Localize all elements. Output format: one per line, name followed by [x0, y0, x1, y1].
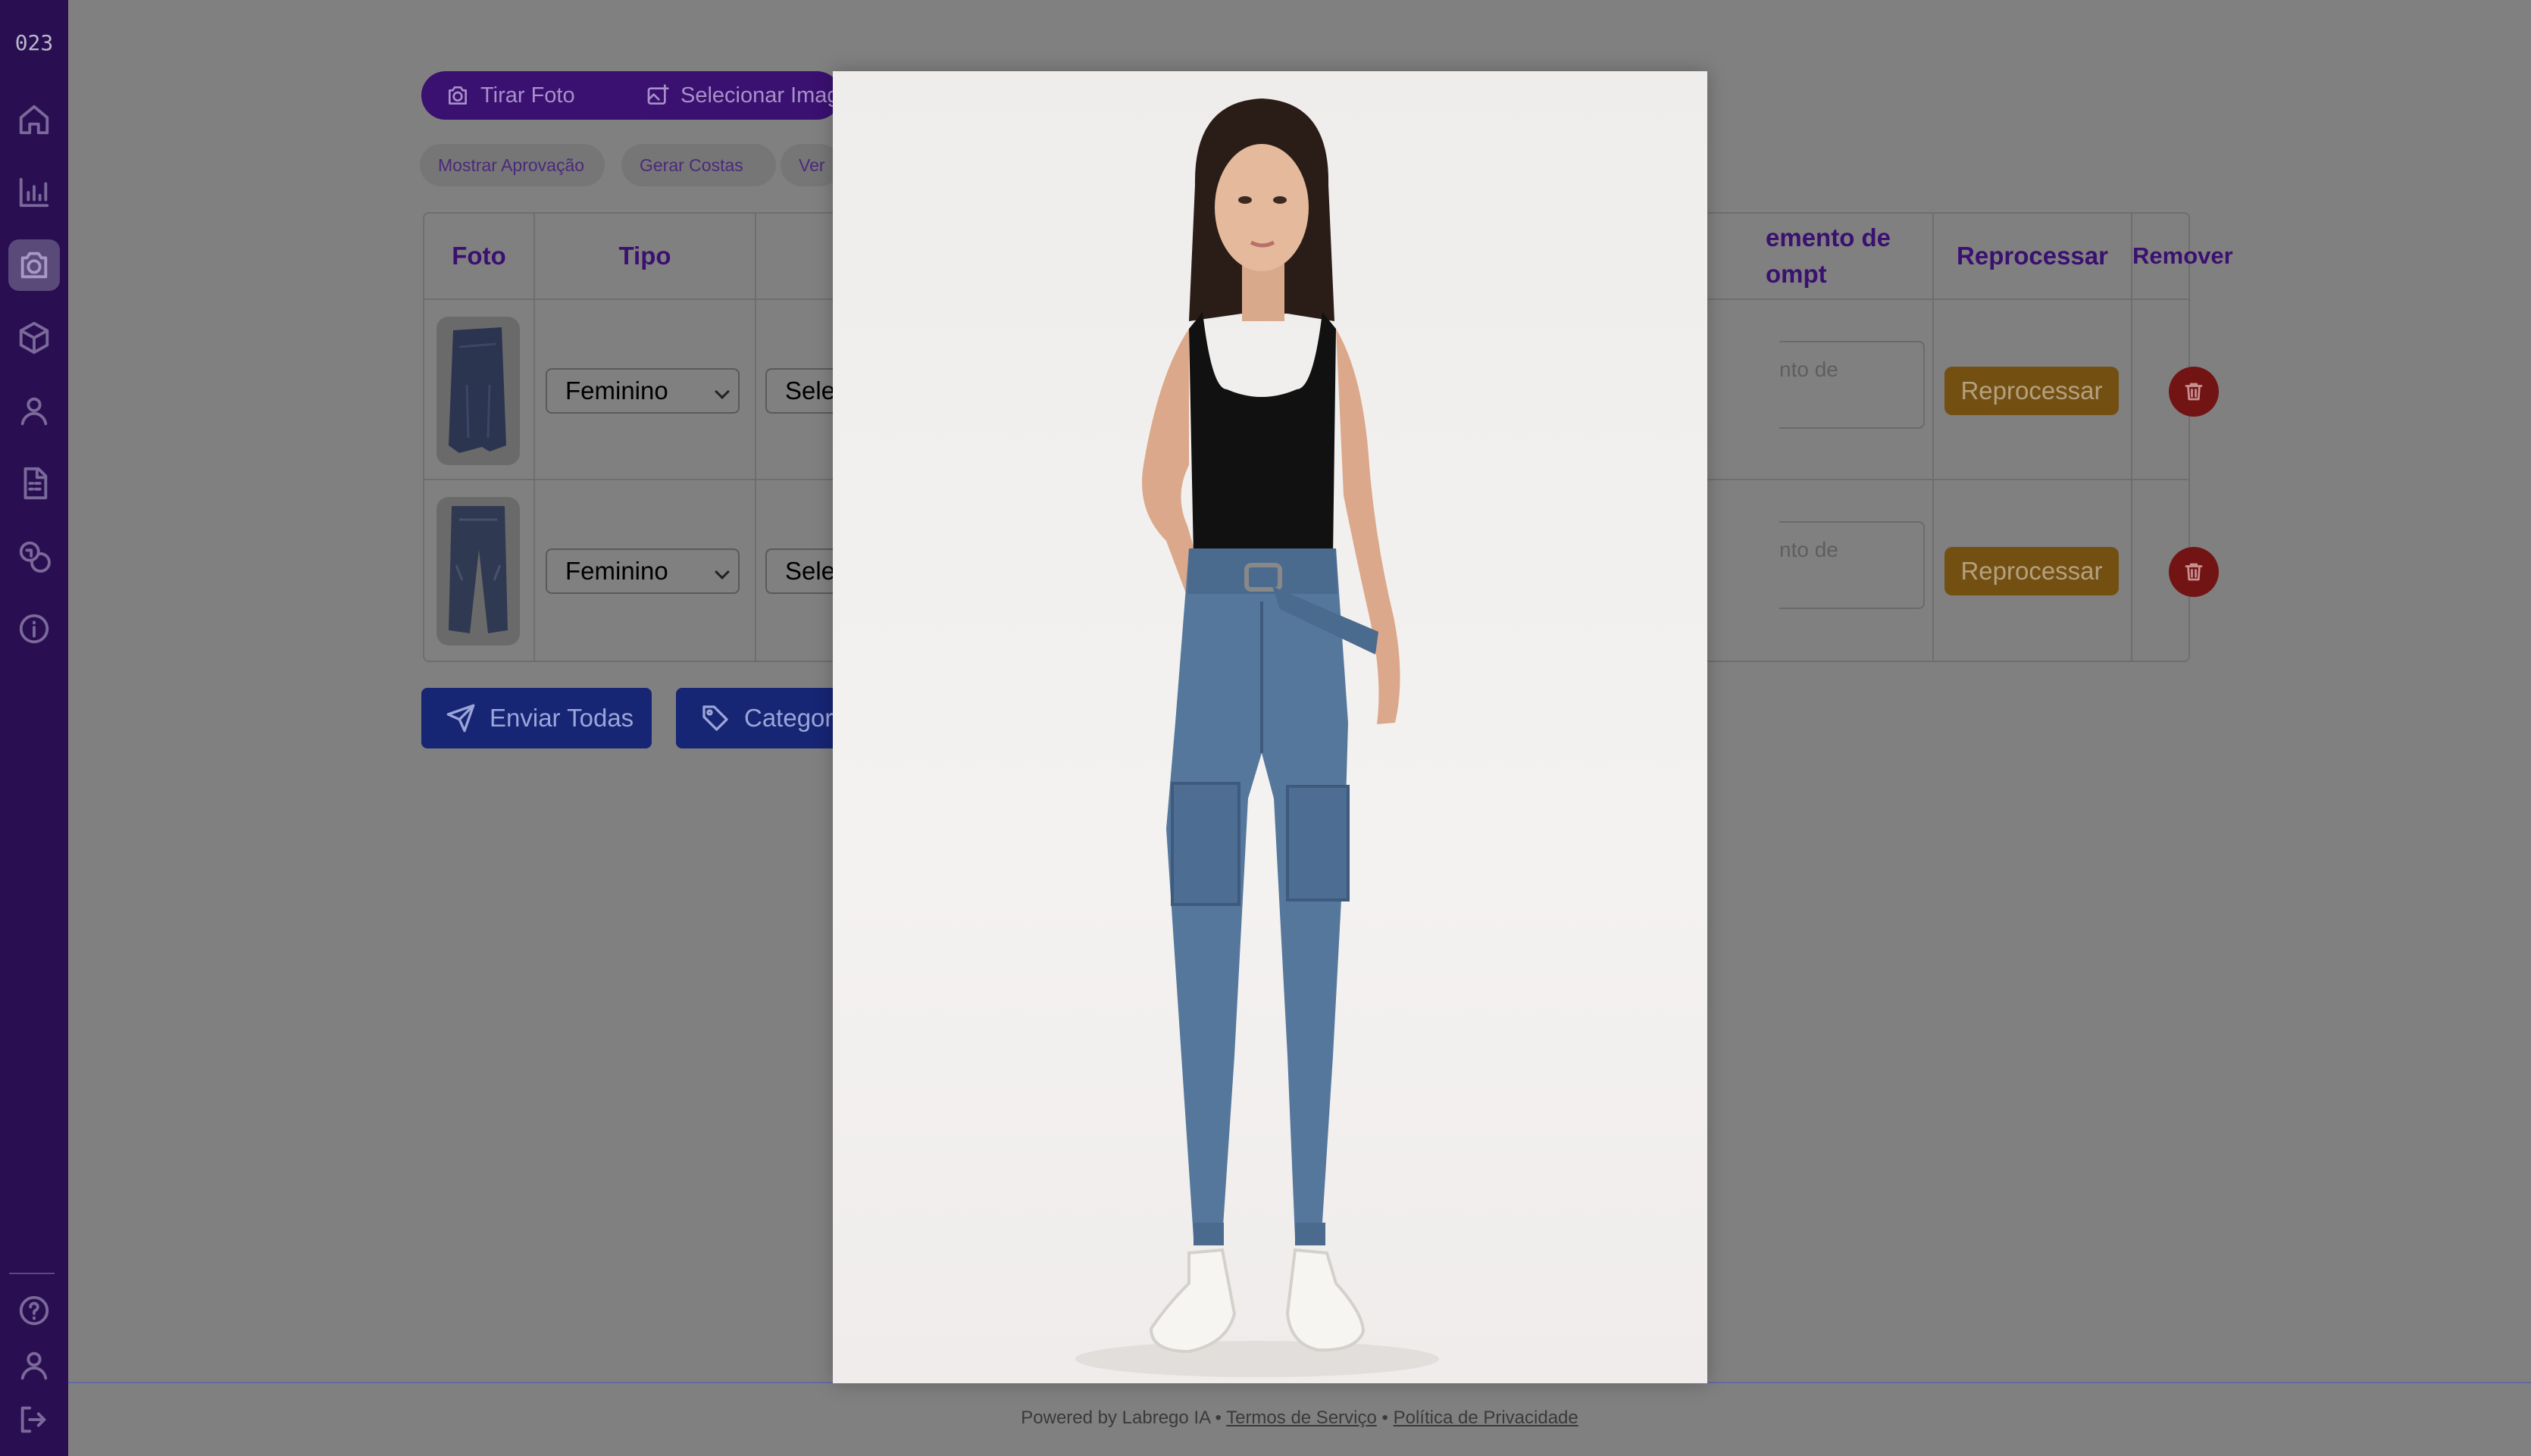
header-type: Tipo — [618, 242, 671, 270]
take-photo-label: Tirar Foto — [480, 83, 575, 108]
chart-icon[interactable] — [8, 167, 60, 218]
profile-icon[interactable] — [8, 1339, 60, 1391]
header-photo: Foto — [452, 242, 506, 270]
delete-button[interactable] — [2169, 547, 2219, 597]
app-logo: 023 — [14, 30, 54, 55]
help-icon[interactable] — [8, 1285, 60, 1336]
footer: Powered by Labrego IA • Termos de Serviç… — [68, 1408, 2531, 1429]
info-icon[interactable] — [8, 603, 60, 655]
camera-icon — [449, 86, 467, 105]
type-select-value: Feminino — [565, 376, 668, 405]
category-select[interactable]: Sele — [765, 368, 834, 414]
category-select-value: Sele — [785, 376, 834, 405]
coins-icon[interactable] — [8, 530, 60, 582]
col-divider — [1932, 214, 1934, 661]
chevron-down-icon — [715, 564, 730, 580]
logout-icon[interactable] — [8, 1394, 60, 1445]
view-chip[interactable]: Ver — [781, 144, 841, 186]
send-icon — [446, 704, 475, 733]
trash-icon — [2185, 563, 2203, 581]
footer-separator: • — [1381, 1408, 1388, 1428]
type-select-value: Feminino — [565, 557, 668, 585]
header-reprocess: Reprocessar — [1957, 242, 2108, 270]
select-images-label: Selecionar Imag — [680, 83, 840, 108]
product-thumbnail[interactable] — [436, 317, 520, 465]
col-divider — [755, 214, 756, 661]
reprocess-button[interactable]: Reprocessar — [1944, 547, 2119, 595]
category-select-value: Sele — [785, 557, 834, 585]
categorize-label: Categori — [744, 704, 839, 732]
header-complement-2: ompt — [1766, 260, 1827, 288]
reprocess-button[interactable]: Reprocessar — [1944, 367, 2119, 415]
col-divider — [2131, 214, 2132, 661]
header-complement-1: emento de — [1766, 223, 1891, 252]
header-remove: Remover — [2132, 242, 2233, 269]
spreadsheet-icon[interactable] — [8, 458, 60, 509]
sidebar-divider — [9, 1273, 55, 1274]
reprocess-label: Reprocessar — [1960, 557, 2103, 585]
view-label: Ver — [799, 155, 825, 175]
send-all-label: Enviar Todas — [490, 704, 634, 732]
sidebar: 023 — [0, 0, 68, 1456]
prompt-complement-field[interactable]: nto de — [1779, 341, 1925, 429]
delete-button[interactable] — [2169, 367, 2219, 417]
col-divider — [533, 214, 535, 661]
camera-icon[interactable] — [8, 239, 60, 291]
generate-back-chip[interactable]: Gerar Costas — [621, 144, 776, 186]
home-icon[interactable] — [8, 94, 60, 145]
product-thumbnail[interactable] — [436, 497, 520, 645]
send-all-button[interactable]: Enviar Todas — [421, 688, 652, 748]
privacy-link[interactable]: Política de Privacidade — [1394, 1408, 1578, 1428]
select-images-button[interactable]: Selecionar Imag — [621, 71, 841, 120]
type-select[interactable]: Feminino — [546, 548, 740, 594]
footer-separator: • — [1215, 1408, 1222, 1428]
tag-icon — [702, 705, 728, 731]
image-preview-modal[interactable] — [833, 71, 1707, 1383]
user-icon[interactable] — [8, 385, 60, 436]
prompt-complement-placeholder: nto de — [1779, 538, 1838, 561]
show-approval-label: Mostrar Aprovação — [438, 155, 585, 175]
powered-by-text: Powered by Labrego IA — [1021, 1408, 1210, 1428]
category-select[interactable]: Sele — [765, 548, 834, 594]
model-photo — [1075, 98, 1439, 1377]
trash-icon — [2185, 383, 2203, 401]
reprocess-label: Reprocessar — [1960, 376, 2103, 405]
type-select[interactable]: Feminino — [546, 368, 740, 414]
prompt-complement-field[interactable]: nto de — [1779, 521, 1925, 609]
chevron-down-icon — [715, 384, 730, 399]
generate-back-label: Gerar Costas — [640, 155, 743, 175]
image-plus-icon — [647, 84, 669, 105]
show-approval-chip[interactable]: Mostrar Aprovação — [420, 144, 605, 186]
prompt-complement-placeholder: nto de — [1779, 358, 1838, 381]
categorize-button[interactable]: Categori — [676, 688, 843, 748]
terms-link[interactable]: Termos de Serviço — [1226, 1408, 1377, 1428]
box-icon[interactable] — [8, 312, 60, 364]
